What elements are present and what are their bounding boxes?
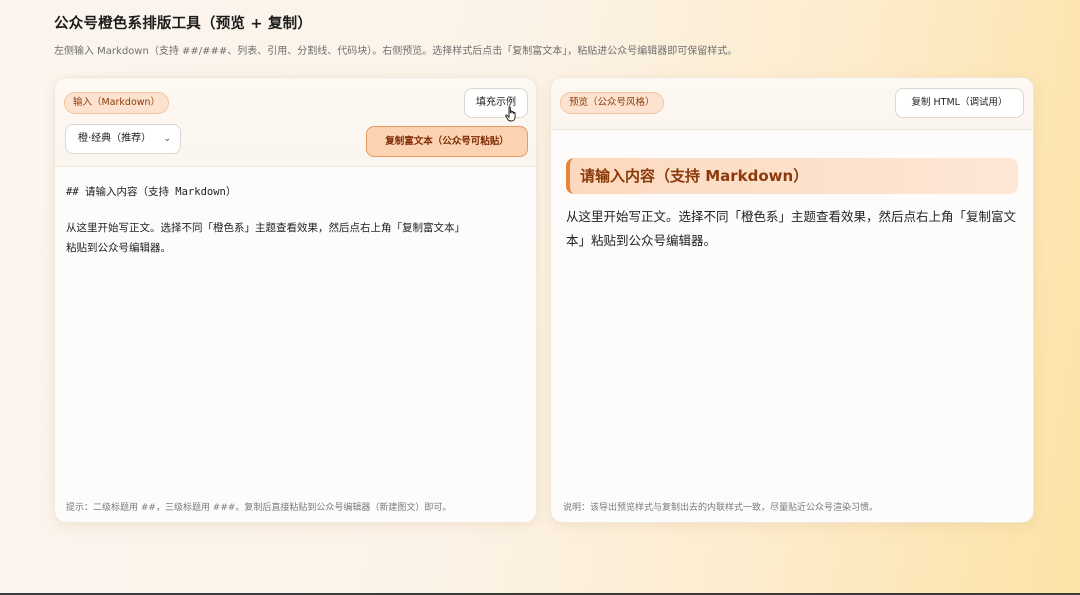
theme-select[interactable]: 橙·经典（推荐） ⌄: [65, 124, 181, 154]
editor-line: 从这里开始写正文。选择不同「橙色系」主题查看效果，然后点右上角「复制富文本」: [66, 222, 465, 234]
input-panel: 输入（Markdown） 填充示例 橙·经典（推荐） ⌄ 复制富文本（公众号可粘…: [54, 77, 537, 523]
copy-rich-text-button[interactable]: 复制富文本（公众号可粘贴）: [366, 126, 528, 157]
preview-panel: 预览（公众号风格） 复制 HTML（调试用） 请输入内容（支持 Markdown…: [550, 77, 1034, 523]
page-title: 公众号橙色系排版工具（预览 + 复制）: [54, 16, 313, 32]
input-footnote: 提示：二级标题用 ##，三级标题用 ###。复制后直接粘贴到公众号编辑器（新建图…: [66, 503, 452, 513]
editor-line: 粘贴到公众号编辑器。: [66, 242, 171, 254]
preview-badge: 预览（公众号风格）: [560, 92, 664, 114]
page-subtitle: 左侧输入 Markdown（支持 ##/###、列表、引用、分割线、代码块）。右…: [54, 46, 738, 57]
copy-html-button[interactable]: 复制 HTML（调试用）: [895, 88, 1024, 118]
preview-toolbar: 预览（公众号风格） 复制 HTML（调试用）: [551, 78, 1033, 130]
preview-content: 请输入内容（支持 Markdown） 从这里开始写正文。选择不同「橙色系」主题查…: [566, 158, 1018, 253]
fill-example-button[interactable]: 填充示例: [464, 88, 528, 118]
hand-pointer-icon: [505, 106, 516, 122]
page-header: 公众号橙色系排版工具（预览 + 复制） 左侧输入 Markdown（支持 ##/…: [54, 12, 1044, 57]
editor-line: ## 请输入内容（支持 Markdown）: [66, 186, 237, 198]
chevron-down-icon: ⌄: [163, 134, 171, 144]
theme-select-value: 橙·经典（推荐）: [78, 133, 152, 144]
preview-paragraph: 从这里开始写正文。选择不同「橙色系」主题查看效果，然后点右上角「复制富文本」粘贴…: [566, 209, 1017, 248]
markdown-editor[interactable]: ## 请输入内容（支持 Markdown） 从这里开始写正文。选择不同「橙色系」…: [66, 182, 524, 258]
input-toolbar: 输入（Markdown） 填充示例 橙·经典（推荐） ⌄ 复制富文本（公众号可粘…: [55, 78, 536, 167]
editor-blank-line: [66, 202, 524, 218]
input-badge: 输入（Markdown）: [64, 92, 170, 114]
preview-heading: 请输入内容（支持 Markdown）: [566, 158, 1018, 194]
preview-footnote: 说明：该导出预览样式与复制出去的内联样式一致，尽量贴近公众号渲染习惯。: [563, 503, 879, 513]
